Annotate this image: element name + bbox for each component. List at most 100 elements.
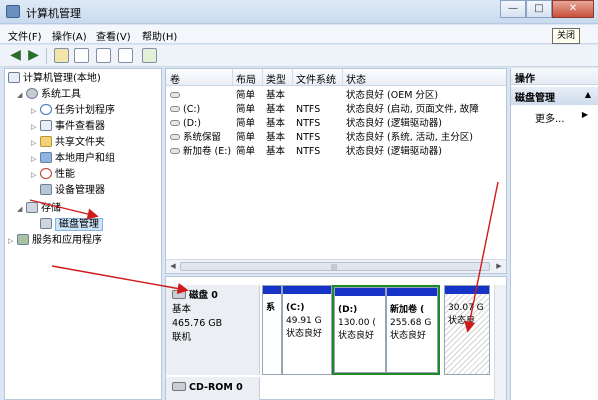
volume-icon <box>170 106 180 112</box>
actions-pane: 操作 磁盘管理 ▲ 更多... ▶ <box>510 68 598 400</box>
tree-shared-folders-label: 共享文件夹 <box>55 137 105 148</box>
system-tools-icon <box>26 88 38 99</box>
disk-0-size: 465.76 GB <box>172 318 223 329</box>
expand-triangle-icon[interactable]: ▷ <box>31 135 40 151</box>
expand-triangle-icon[interactable]: ▷ <box>31 167 40 183</box>
collapse-triangle-icon[interactable]: ◢ <box>17 87 26 103</box>
volume-row[interactable]: (D:) 简单 基本 NTFS 状态良好 (逻辑驱动器) <box>166 116 506 131</box>
volume-name: 系统保留 <box>183 132 222 143</box>
column-type[interactable]: 类型 <box>266 71 286 86</box>
partition-c[interactable]: (C:) 49.91 G 状态良好 <box>282 285 332 375</box>
vertical-scrollbar[interactable] <box>494 285 506 400</box>
partition-e[interactable]: 新加卷 (255.68 G 状态良好 <box>386 287 438 373</box>
volume-type: 基本 <box>266 146 286 157</box>
tree-event-viewer-label: 事件查看器 <box>55 121 105 132</box>
minimize-button[interactable]: — <box>500 0 526 18</box>
actions-section-disk-management[interactable]: 磁盘管理 ▲ <box>511 87 598 105</box>
column-status[interactable]: 状态 <box>346 71 366 86</box>
more-actions-arrow-icon[interactable]: ▶ <box>582 110 588 119</box>
maximize-button[interactable]: □ <box>526 0 552 18</box>
users-icon <box>40 152 52 163</box>
tree-system-tools[interactable]: ◢ 系统工具 <box>17 87 81 103</box>
services-icon <box>17 234 29 245</box>
tree-root[interactable]: 计算机管理(本地) <box>8 71 101 87</box>
back-arrow-icon[interactable]: ◀ <box>8 48 23 63</box>
partition-status: 状态良好 <box>286 329 323 339</box>
forward-arrow-icon[interactable]: ▶ <box>26 48 41 63</box>
cdrom-0-title: CD-ROM 0 <box>189 382 243 393</box>
expand-triangle-icon[interactable]: ▷ <box>8 233 17 249</box>
cdrom-icon <box>172 382 186 391</box>
volume-row[interactable]: 简单 基本 状态良好 (OEM 分区) <box>166 88 506 103</box>
scroll-left-icon[interactable]: ◀ <box>167 261 179 272</box>
disk-management-icon <box>40 218 52 229</box>
collapse-up-icon[interactable]: ▲ <box>585 90 591 99</box>
up-folder-icon[interactable] <box>54 48 69 63</box>
partition-size: 130.00 ( <box>338 318 376 328</box>
volume-layout: 简单 <box>236 146 256 157</box>
computer-management-window: 计算机管理 — □ ✕ 文件(F) 操作(A) 查看(V) 帮助(H) 关闭 ◀… <box>0 0 598 400</box>
properties-icon[interactable] <box>142 48 157 63</box>
volume-status: 状态良好 (系统, 活动, 主分区) <box>346 132 474 143</box>
menu-bar: 文件(F) 操作(A) 查看(V) 帮助(H) <box>0 25 598 44</box>
volume-type: 基本 <box>266 104 286 115</box>
disk-0-partitions: 系 (C:) 49.91 G 状态良好 (D:) 130.00 (状态良好 新加卷 (… <box>262 285 494 375</box>
horizontal-scrollbar[interactable]: ◀ ||| ▶ <box>166 259 506 273</box>
partition-name: (C:) <box>286 303 305 313</box>
volume-layout: 简单 <box>236 118 256 129</box>
menu-file[interactable]: 文件(F) <box>8 28 42 43</box>
collapse-triangle-icon[interactable]: ◢ <box>17 201 26 217</box>
tree-event-viewer[interactable]: ▷ 事件查看器 <box>31 119 105 135</box>
volume-type: 基本 <box>266 132 286 143</box>
partition-status: 状态良 <box>448 316 476 326</box>
volume-status: 状态良好 (启动, 页面文件, 故障 <box>346 104 479 115</box>
help-icon[interactable] <box>96 48 111 63</box>
volume-row[interactable]: 新加卷 (E:) 简单 基本 NTFS 状态良好 (逻辑驱动器) <box>166 144 506 159</box>
disk-graphical-view: 磁盘 0 基本 465.76 GB 联机 系 (C:) 49.91 G 状态良好 (… <box>165 276 507 400</box>
column-file-system[interactable]: 文件系统 <box>296 71 336 86</box>
window-title: 计算机管理 <box>26 7 81 20</box>
tree-device-manager[interactable]: 设备管理器 <box>40 183 105 199</box>
tree-task-scheduler[interactable]: ▷ 任务计划程序 <box>31 103 115 119</box>
horizontal-scroll-thumb[interactable]: ||| <box>180 262 490 271</box>
partition-d[interactable]: (D:) 130.00 (状态良好 <box>334 287 386 373</box>
column-layout[interactable]: 布局 <box>236 71 256 86</box>
actions-section-label: 磁盘管理 <box>515 93 555 104</box>
partition-bar <box>335 288 385 296</box>
volume-status: 状态良好 (OEM 分区) <box>346 90 439 101</box>
partition-oem[interactable]: 30.07 G 状态良 <box>444 285 490 375</box>
volume-file-system: NTFS <box>296 146 321 157</box>
volume-type: 基本 <box>266 90 286 101</box>
menu-help[interactable]: 帮助(H) <box>142 28 177 43</box>
computer-management-icon <box>6 5 20 18</box>
tree-disk-management[interactable]: 磁盘管理 <box>31 217 103 233</box>
expand-triangle-icon[interactable]: ▷ <box>31 119 40 135</box>
tree-services-label: 服务和应用程序 <box>32 235 102 246</box>
volume-type: 基本 <box>266 118 286 129</box>
menu-view[interactable]: 查看(V) <box>96 28 131 43</box>
menu-action[interactable]: 操作(A) <box>52 28 87 43</box>
partition-size: 49.91 G <box>286 316 322 326</box>
cdrom-0-info[interactable]: CD-ROM 0 <box>166 377 260 400</box>
more-actions-link[interactable]: 更多... <box>535 110 565 125</box>
volume-row[interactable]: (C:) 简单 基本 NTFS 状态良好 (启动, 页面文件, 故障 <box>166 102 506 117</box>
tree-shared-folders[interactable]: ▷ 共享文件夹 <box>31 135 105 151</box>
volume-row[interactable]: 系统保留 简单 基本 NTFS 状态良好 (系统, 活动, 主分区) <box>166 130 506 145</box>
close-button[interactable]: ✕ <box>552 0 594 18</box>
scroll-right-icon[interactable]: ▶ <box>493 261 505 272</box>
tree-storage[interactable]: ◢ 存储 <box>17 201 61 217</box>
tree-task-scheduler-label: 任务计划程序 <box>55 105 115 116</box>
column-volume[interactable]: 卷 <box>170 71 180 86</box>
show-hide-action-pane-icon[interactable] <box>118 48 133 63</box>
expand-triangle-icon[interactable]: ▷ <box>31 151 40 167</box>
tree-performance-label: 性能 <box>55 169 75 180</box>
window-controls: — □ ✕ <box>500 0 594 18</box>
tree-local-users-label: 本地用户和组 <box>55 153 115 164</box>
partition-system-reserved[interactable]: 系 <box>262 285 282 375</box>
tree-performance[interactable]: ▷ 性能 <box>31 167 75 183</box>
show-hide-tree-icon[interactable] <box>74 48 89 63</box>
tree-services[interactable]: ▷ 服务和应用程序 <box>8 233 102 249</box>
expand-triangle-icon[interactable]: ▷ <box>31 103 40 119</box>
tree-local-users[interactable]: ▷ 本地用户和组 <box>31 151 115 167</box>
disk-0-info[interactable]: 磁盘 0 基本 465.76 GB 联机 <box>166 285 260 375</box>
